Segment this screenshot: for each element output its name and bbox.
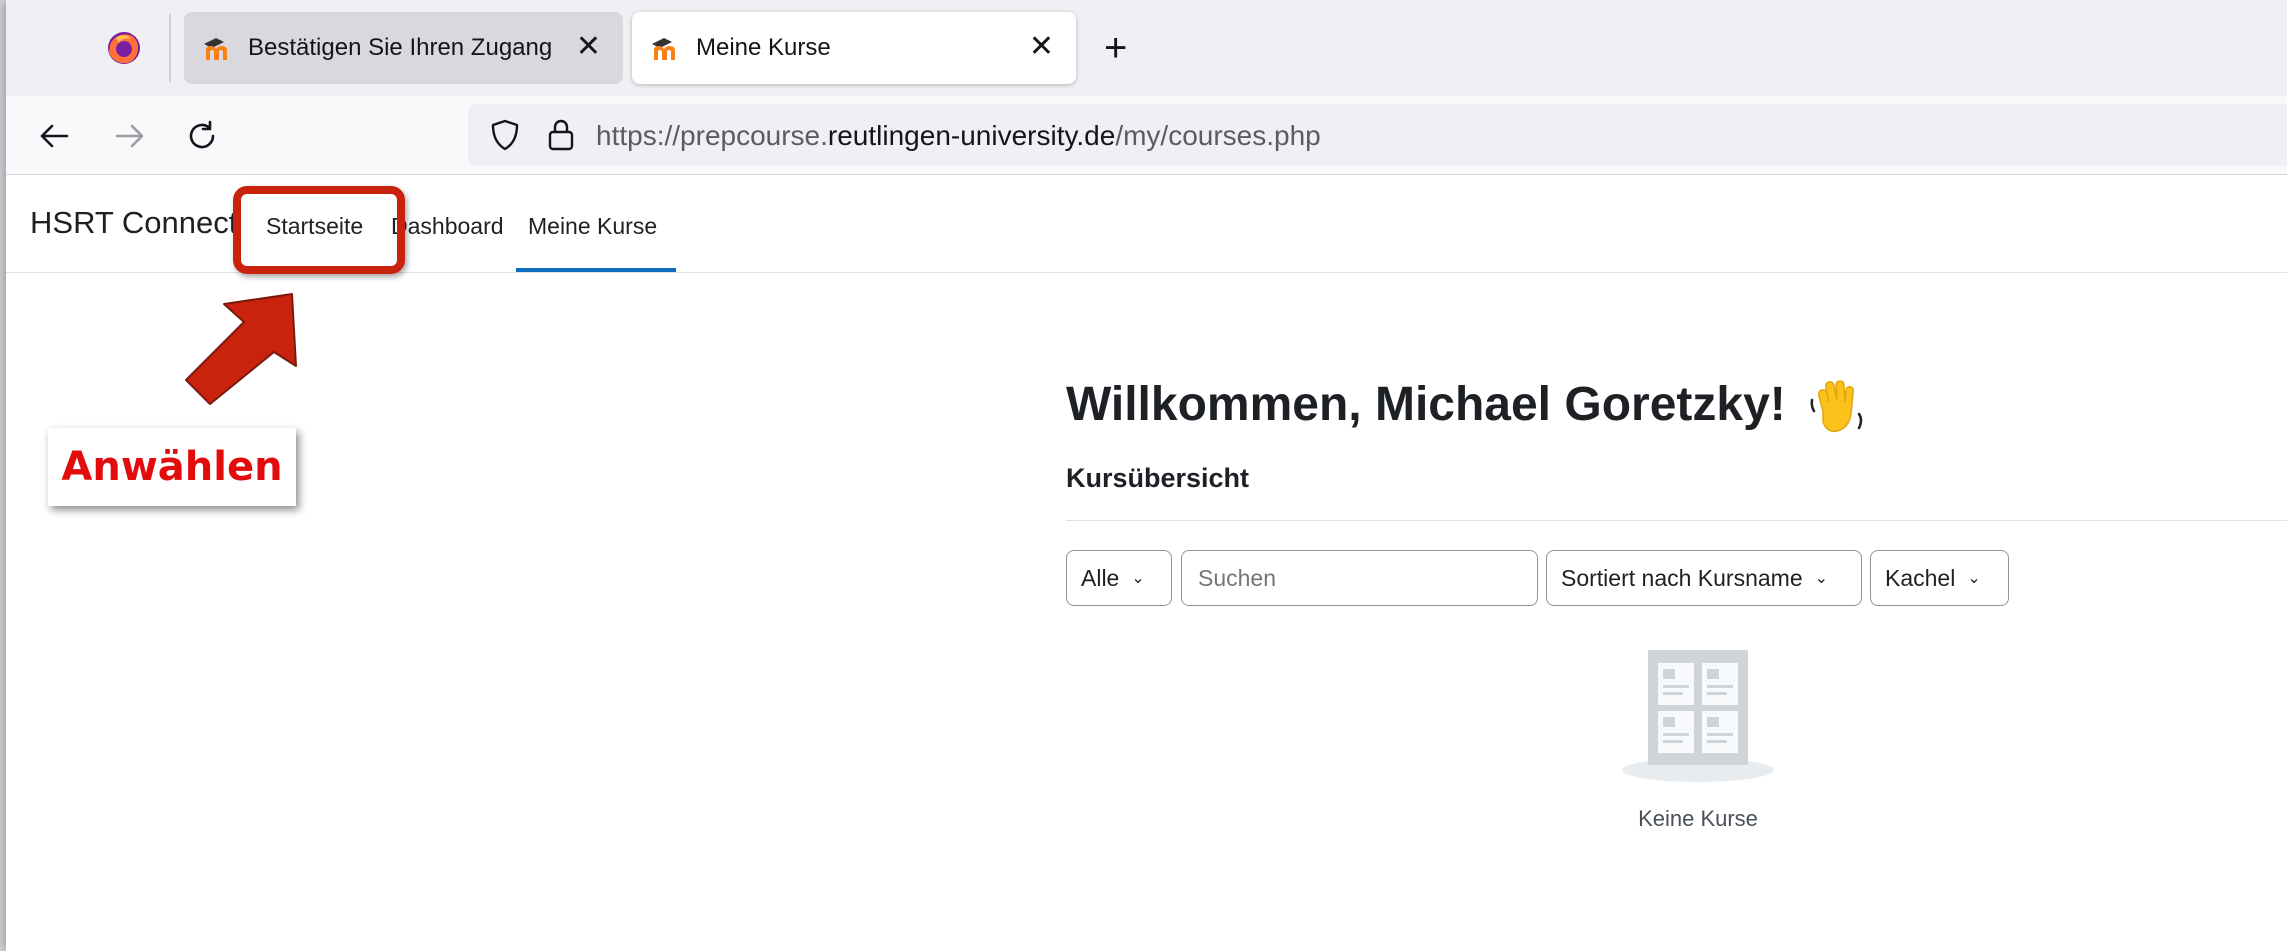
annotation-highlight-box: [233, 186, 405, 274]
chevron-down-icon: ⌄: [1967, 570, 1981, 587]
nav-meine-kurse[interactable]: Meine Kurse: [528, 213, 657, 240]
tab-bar: Bestätigen Sie Ihren Zugang ✕ Meine Kurs…: [6, 0, 2287, 96]
view-value: Kachel: [1885, 564, 1956, 591]
view-dropdown[interactable]: Kachel ⌄: [1870, 550, 2009, 606]
forward-icon: [115, 124, 144, 148]
navigation-bar: https://prepcourse.reutlingen-university…: [6, 96, 2287, 175]
url-host: reutlingen-university.de: [827, 120, 1116, 151]
new-tab-button[interactable]: +: [1104, 28, 1127, 68]
back-button[interactable]: [34, 116, 74, 156]
tab-bestaetigen[interactable]: Bestätigen Sie Ihren Zugang ✕: [184, 12, 623, 84]
tab-title: Bestätigen Sie Ihren Zugang: [248, 34, 553, 61]
waving-hand-icon: [1810, 380, 1863, 433]
url-bar[interactable]: https://prepcourse.reutlingen-university…: [468, 104, 2287, 166]
grouping-value: Alle: [1081, 564, 1120, 591]
welcome-text: Willkommen, Michael Goretzky!: [1066, 378, 1786, 431]
site-brand[interactable]: HSRT Connect: [30, 205, 237, 241]
reload-icon: [189, 120, 215, 149]
url-prefix: https://prepcourse.: [596, 120, 828, 151]
lock-icon[interactable]: [546, 118, 576, 152]
grouping-dropdown[interactable]: Alle ⌄: [1066, 550, 1172, 606]
moodle-favicon: [652, 38, 675, 60]
moodle-favicon: [204, 38, 227, 60]
page-title: Willkommen, Michael Goretzky!: [1066, 377, 1867, 436]
chevron-down-icon: ⌄: [1131, 570, 1145, 587]
tab-title: Meine Kurse: [696, 34, 831, 61]
close-tab-icon[interactable]: ✕: [1029, 32, 1054, 62]
url-text[interactable]: https://prepcourse.reutlingen-university…: [596, 120, 1321, 152]
section-title: Kursübersicht: [1066, 463, 1250, 493]
empty-state-text: Keine Kurse: [1638, 806, 1758, 831]
active-nav-indicator: [516, 268, 676, 272]
annotation-callout: Anwählen: [48, 428, 296, 506]
section-divider: [1066, 520, 2287, 521]
firefox-icon[interactable]: [106, 30, 142, 66]
web-page: HSRT Connect Startseite Dashboard Meine …: [6, 175, 2287, 951]
reload-button[interactable]: [182, 116, 222, 156]
annotation-arrow-icon: [185, 293, 297, 405]
forward-button[interactable]: [110, 116, 150, 156]
browser-window: Bestätigen Sie Ihren Zugang ✕ Meine Kurs…: [6, 0, 2287, 951]
nav-dashboard[interactable]: Dashboard: [391, 213, 504, 240]
url-path: /my/courses.php: [1115, 120, 1321, 151]
shield-icon[interactable]: [488, 118, 522, 152]
course-placeholder-icon: [1622, 650, 1774, 782]
search-field[interactable]: [1181, 550, 1538, 606]
sort-dropdown[interactable]: Sortiert nach Kursname ⌄: [1546, 550, 1862, 606]
back-icon: [40, 124, 69, 148]
search-input[interactable]: [1196, 563, 1523, 593]
close-tab-icon[interactable]: ✕: [576, 32, 601, 62]
tab-separator: [169, 14, 171, 82]
tab-meine-kurse[interactable]: Meine Kurse ✕: [632, 12, 1076, 84]
sort-value: Sortiert nach Kursname: [1561, 564, 1803, 591]
chevron-down-icon: ⌄: [1814, 570, 1829, 587]
